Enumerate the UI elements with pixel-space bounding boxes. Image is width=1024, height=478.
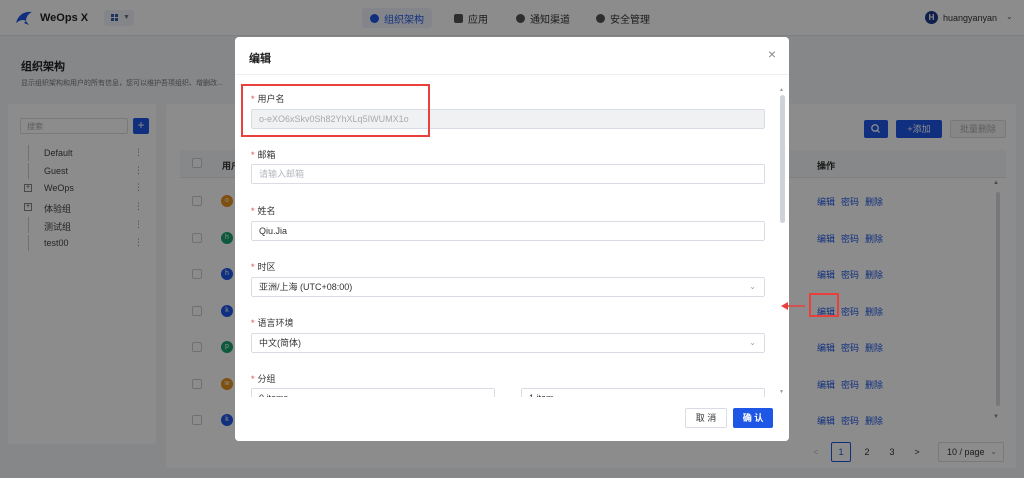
timezone-label: * 时区 xyxy=(251,262,276,272)
timezone-select[interactable]: 亚洲/上海 (UTC+08:00) ⌄ xyxy=(251,277,765,297)
scroll-up-icon[interactable]: ▲ xyxy=(779,87,784,93)
group-label: * 分组 xyxy=(251,374,276,384)
locale-label: * 语言环境 xyxy=(251,318,294,328)
locale-select[interactable]: 中文(简体) ⌄ xyxy=(251,333,765,353)
dialog-scrollbar[interactable] xyxy=(780,95,785,223)
edit-button-highlight-box xyxy=(809,293,839,317)
dialog-header: 编辑 × xyxy=(235,37,789,75)
dialog-title: 编辑 xyxy=(249,53,271,65)
close-icon[interactable]: × xyxy=(765,47,779,61)
username-highlight-box xyxy=(241,84,430,137)
dialog-footer: 取 消 确 认 xyxy=(235,397,789,441)
name-field[interactable]: Qiu.Jia xyxy=(251,221,765,241)
scroll-down-icon[interactable]: ▼ xyxy=(779,389,784,395)
chevron-down-icon: ⌄ xyxy=(749,338,756,347)
chevron-down-icon: ⌄ xyxy=(749,282,756,291)
cancel-button[interactable]: 取 消 xyxy=(685,408,727,428)
email-label: * 邮箱 xyxy=(251,150,276,160)
name-label: * 姓名 xyxy=(251,206,276,216)
confirm-button[interactable]: 确 认 xyxy=(733,408,773,428)
arrow-left-icon xyxy=(781,302,805,310)
email-field[interactable]: 请输入邮箱 xyxy=(251,164,765,184)
